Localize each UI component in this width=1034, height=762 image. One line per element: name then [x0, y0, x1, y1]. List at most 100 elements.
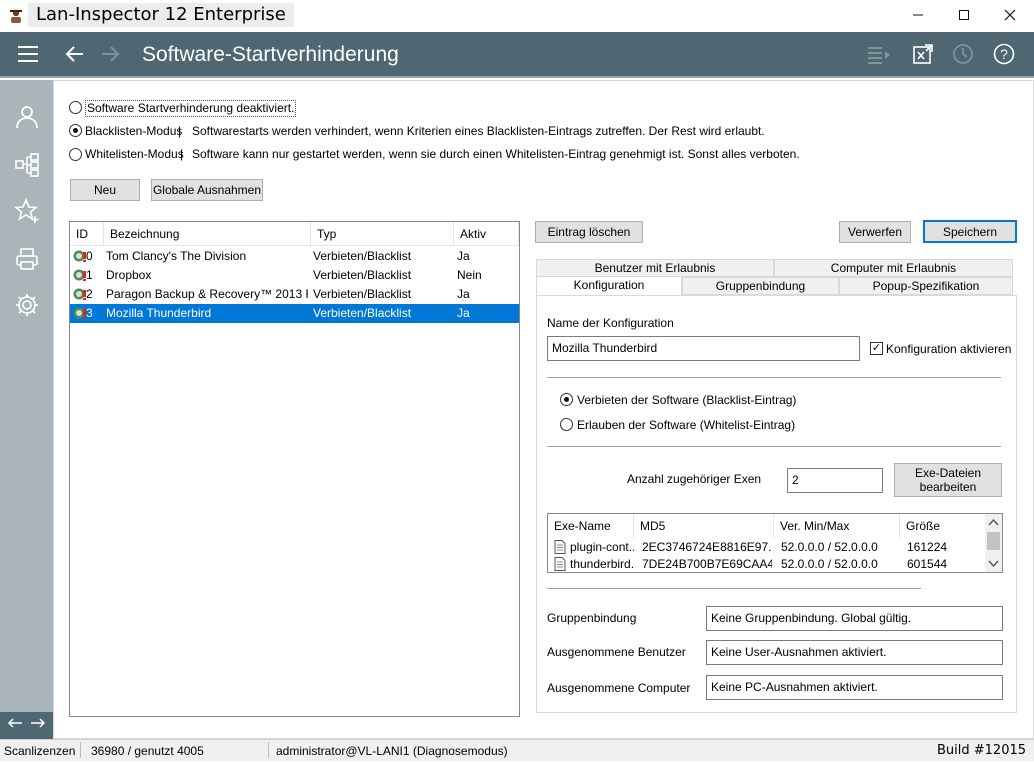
- exe-row[interactable]: plugin-cont... 2EC3746724E8816E97... 52.…: [548, 539, 984, 556]
- column-header-version[interactable]: Ver. Min/Max: [774, 514, 900, 538]
- expand-arrows-icon: [7, 718, 46, 728]
- entry-type: Verbieten/Blacklist: [313, 287, 412, 301]
- entry-name: Dropbox: [106, 268, 152, 282]
- star-plus-icon: [13, 197, 39, 223]
- excluded-computers-label: Ausgenommene Computer: [547, 681, 691, 695]
- exe-files-list[interactable]: Exe-Name MD5 Ver. Min/Max Größe plugin-c…: [547, 513, 1003, 573]
- mode-disabled-label[interactable]: Software Startverhinderung deaktiviert.: [85, 100, 297, 117]
- scroll-thumb[interactable]: [987, 532, 1000, 550]
- printer-icon: [16, 248, 38, 270]
- activate-config-checkbox[interactable]: ✓: [870, 342, 883, 355]
- tab-computers-permission[interactable]: Computer mit Erlaubnis: [774, 259, 1013, 277]
- entry-id: 0: [86, 249, 93, 263]
- entry-row[interactable]: 0 Tom Clancy's The Division Verbieten/Bl…: [70, 247, 519, 266]
- delete-entry-button[interactable]: Eintrag löschen: [535, 221, 643, 243]
- column-header-name[interactable]: Bezeichnung: [104, 222, 311, 246]
- global-exceptions-button[interactable]: Globale Ausnahmen: [151, 179, 263, 201]
- tab-configuration[interactable]: Konfiguration: [536, 276, 682, 295]
- forward-button[interactable]: [98, 43, 122, 65]
- excluded-users-label: Ausgenommene Benutzer: [547, 645, 686, 659]
- column-header-type[interactable]: Typ: [311, 222, 454, 246]
- new-button[interactable]: Neu: [70, 179, 140, 201]
- activate-config-label[interactable]: Konfiguration aktivieren: [886, 342, 1011, 357]
- export-button[interactable]: [912, 43, 934, 65]
- window-title: Lan-Inspector 12 Enterprise: [28, 3, 294, 27]
- scan-licenses-value: 36980 / genutzt 4005: [91, 744, 204, 758]
- exe-list-scrollbar[interactable]: [985, 514, 1002, 572]
- column-header-md5[interactable]: MD5: [634, 514, 774, 538]
- user-icon: [16, 106, 38, 129]
- blocked-app-icon: [73, 288, 86, 300]
- excluded-users-field[interactable]: Keine User-Ausnahmen aktiviert.: [706, 640, 1003, 665]
- sidebar-users-button[interactable]: [14, 104, 40, 130]
- mode-blacklist-radio[interactable]: [69, 124, 82, 137]
- entry-type: Verbieten/Blacklist: [313, 249, 412, 263]
- mode-blacklist-label[interactable]: Blacklisten-Modus: [85, 124, 182, 139]
- blocked-app-icon: [73, 307, 86, 319]
- exe-md5: 2EC3746724E8816E97...: [642, 540, 772, 554]
- column-header-exe-name[interactable]: Exe-Name: [548, 514, 634, 538]
- whitelist-entry-label[interactable]: Erlauben der Software (Whitelist-Eintrag…: [577, 418, 795, 433]
- sidebar-toggle-bar[interactable]: [0, 712, 53, 739]
- back-button[interactable]: [63, 43, 87, 65]
- entry-row[interactable]: 2 Paragon Backup & Recovery™ 2013 Free V…: [70, 285, 519, 304]
- exe-name: thunderbird...: [570, 557, 634, 571]
- network-tree-icon: [15, 153, 39, 177]
- mode-whitelist-description: Software kann nur gestartet werden, wenn…: [192, 147, 800, 161]
- tab-users-permission[interactable]: Benutzer mit Erlaubnis: [536, 259, 774, 277]
- exe-row[interactable]: thunderbird... 7DE24B700B7E69CAA4... 52.…: [548, 556, 984, 573]
- entries-list[interactable]: ID Bezeichnung Typ Aktiv 0 Tom Clancy's …: [69, 221, 520, 717]
- sidebar: [0, 80, 53, 739]
- help-button[interactable]: ?: [993, 43, 1015, 65]
- mode-separator: |: [180, 147, 184, 161]
- entry-row-selected[interactable]: 3 Mozilla Thunderbird Verbieten/Blacklis…: [70, 304, 519, 323]
- group-binding-field[interactable]: Keine Gruppenbindung. Global gültig.: [706, 606, 1003, 631]
- config-name-input[interactable]: Mozilla Thunderbird: [547, 336, 860, 361]
- hamburger-icon: [18, 46, 38, 62]
- blacklist-entry-label[interactable]: Verbieten der Software (Blacklist-Eintra…: [577, 393, 796, 408]
- entry-name: Paragon Backup & Recovery™ 2013 Free: [106, 287, 308, 301]
- close-button[interactable]: [987, 0, 1033, 30]
- sidebar-network-button[interactable]: [14, 152, 40, 178]
- minimize-button[interactable]: [895, 0, 941, 30]
- sidebar-print-button[interactable]: [14, 246, 40, 272]
- sidebar-settings-button[interactable]: [14, 292, 40, 318]
- history-button[interactable]: [952, 43, 974, 65]
- exe-md5: 7DE24B700B7E69CAA4...: [642, 557, 772, 571]
- column-header-active[interactable]: Aktiv: [454, 222, 519, 246]
- discard-button[interactable]: Verwerfen: [839, 221, 911, 243]
- scroll-up-icon[interactable]: [988, 518, 999, 526]
- scroll-down-icon[interactable]: [988, 560, 999, 568]
- mode-blacklist-description: Softwarestarts werden verhindert, wenn K…: [192, 124, 765, 138]
- entry-row[interactable]: 1 Dropbox Verbieten/Blacklist Nein: [70, 266, 519, 285]
- whitelist-entry-radio[interactable]: [560, 418, 573, 431]
- edit-exe-files-button[interactable]: Exe-Dateien bearbeiten: [894, 463, 1002, 497]
- entry-active: Ja: [457, 287, 470, 301]
- tab-group-binding[interactable]: Gruppenbindung: [682, 277, 839, 295]
- build-number: Build #12015: [937, 743, 1027, 758]
- hamburger-menu-button[interactable]: [16, 43, 40, 65]
- entry-type: Verbieten/Blacklist: [313, 268, 412, 282]
- maximize-icon: [959, 10, 969, 20]
- mode-whitelist-radio[interactable]: [69, 148, 82, 161]
- file-icon: [554, 540, 566, 554]
- tab-popup-spec[interactable]: Popup-Spezifikation: [839, 277, 1013, 295]
- app-header: Software-Startverhinderung ?: [0, 32, 1034, 78]
- mode-whitelist-label[interactable]: Whitelisten-Modus: [85, 147, 184, 162]
- blacklist-entry-radio[interactable]: [560, 393, 573, 406]
- divider: [547, 588, 921, 589]
- status-separator: [268, 742, 269, 758]
- exe-name: plugin-cont...: [570, 540, 634, 554]
- exe-count-input[interactable]: 2: [787, 468, 883, 493]
- column-header-size[interactable]: Größe: [900, 514, 984, 538]
- sidebar-favorites-button[interactable]: [13, 197, 40, 224]
- mode-disabled-radio[interactable]: [69, 101, 82, 114]
- save-button[interactable]: Speichern: [923, 220, 1017, 243]
- excluded-computers-field[interactable]: Keine PC-Ausnahmen aktiviert.: [706, 675, 1003, 700]
- maximize-button[interactable]: [941, 0, 987, 30]
- minimize-icon: [913, 14, 923, 16]
- file-icon: [554, 557, 566, 571]
- svg-text:?: ?: [1000, 46, 1008, 62]
- list-view-button[interactable]: [866, 43, 892, 65]
- column-header-id[interactable]: ID: [70, 222, 104, 246]
